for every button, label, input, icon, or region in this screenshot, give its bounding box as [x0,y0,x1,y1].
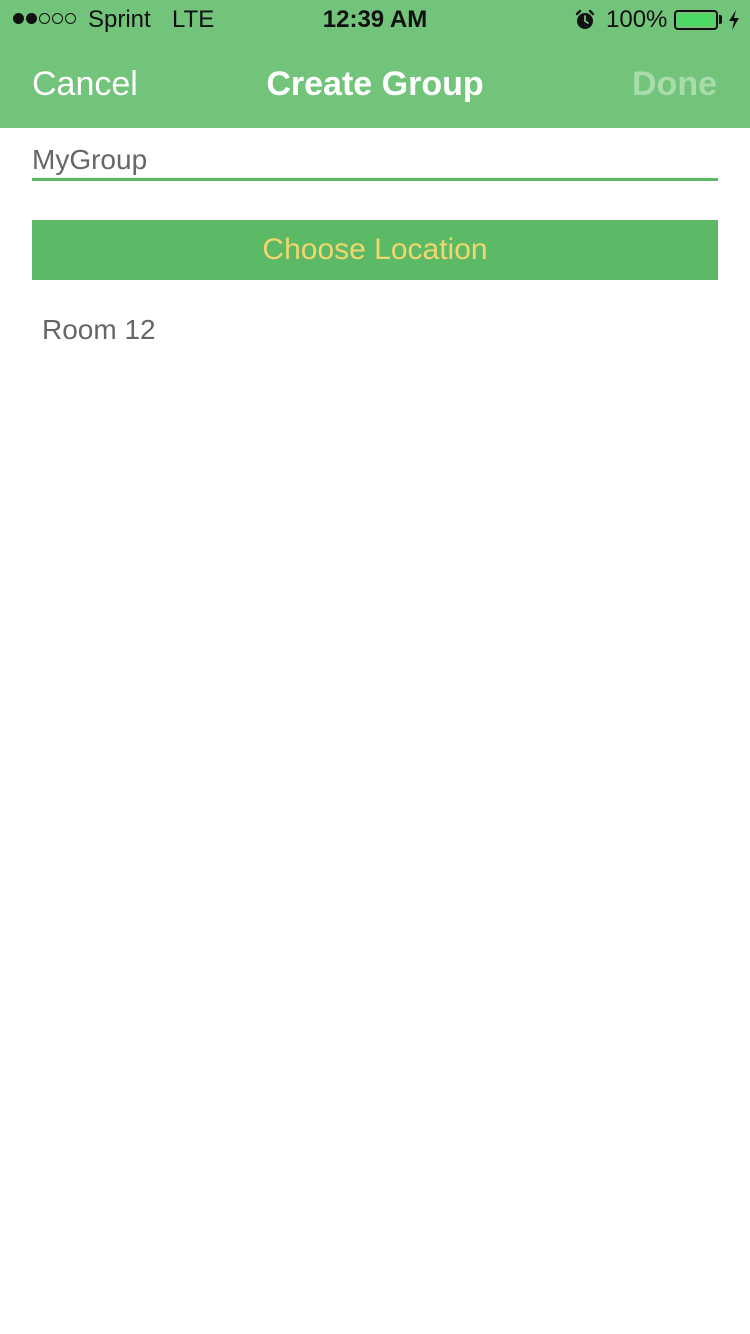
done-button[interactable]: Done [632,62,717,106]
battery-tip [719,15,722,24]
group-name-input[interactable] [32,142,718,181]
battery-percent: 100% [606,6,668,33]
alarm-clock-icon [575,9,595,29]
battery-icon [674,10,718,30]
create-group-screen: Sprint LTE 12:39 AM 100% Cancel Create G… [0,0,750,1334]
top-bar: Sprint LTE 12:39 AM 100% Cancel Create G… [0,0,750,128]
charging-bolt-icon [729,10,739,30]
status-bar: Sprint LTE 12:39 AM 100% [0,0,750,40]
selected-location-label: Room 12 [42,314,156,345]
choose-location-button[interactable]: Choose Location [32,220,718,280]
battery-level [678,14,714,26]
